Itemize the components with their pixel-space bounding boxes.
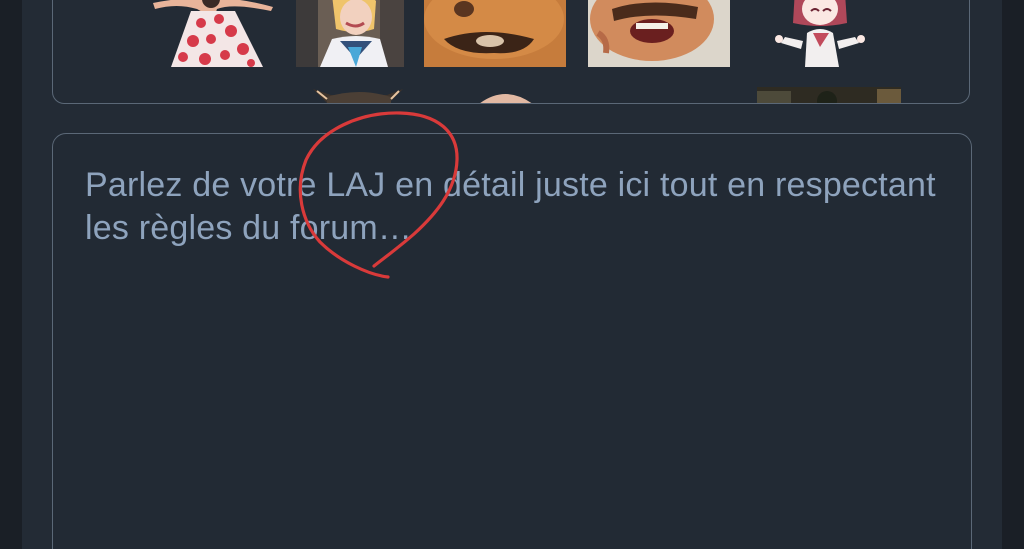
dancing-girl-red-dress-sticker[interactable] xyxy=(153,0,275,67)
blonde-girl-sailor-sticker[interactable] xyxy=(296,0,404,67)
reply-page: Parlez de votre LAJ en détail juste ici … xyxy=(0,0,1024,549)
bald-head-sticker[interactable] xyxy=(469,85,543,103)
anime-girl-shrug-sticker[interactable] xyxy=(765,0,875,67)
message-placeholder: Parlez de votre LAJ en détail juste ici … xyxy=(85,166,936,247)
cat-ears-sticker[interactable] xyxy=(307,85,411,103)
crying-man-sticker[interactable] xyxy=(588,0,730,67)
left-gutter xyxy=(0,0,22,549)
mustache-man-closeup-sticker[interactable] xyxy=(424,0,566,67)
sticker-panel[interactable] xyxy=(52,0,970,104)
right-gutter xyxy=(1002,0,1024,549)
message-textarea[interactable]: Parlez de votre LAJ en détail juste ici … xyxy=(52,133,972,549)
dark-photo-sticker[interactable] xyxy=(757,87,901,103)
